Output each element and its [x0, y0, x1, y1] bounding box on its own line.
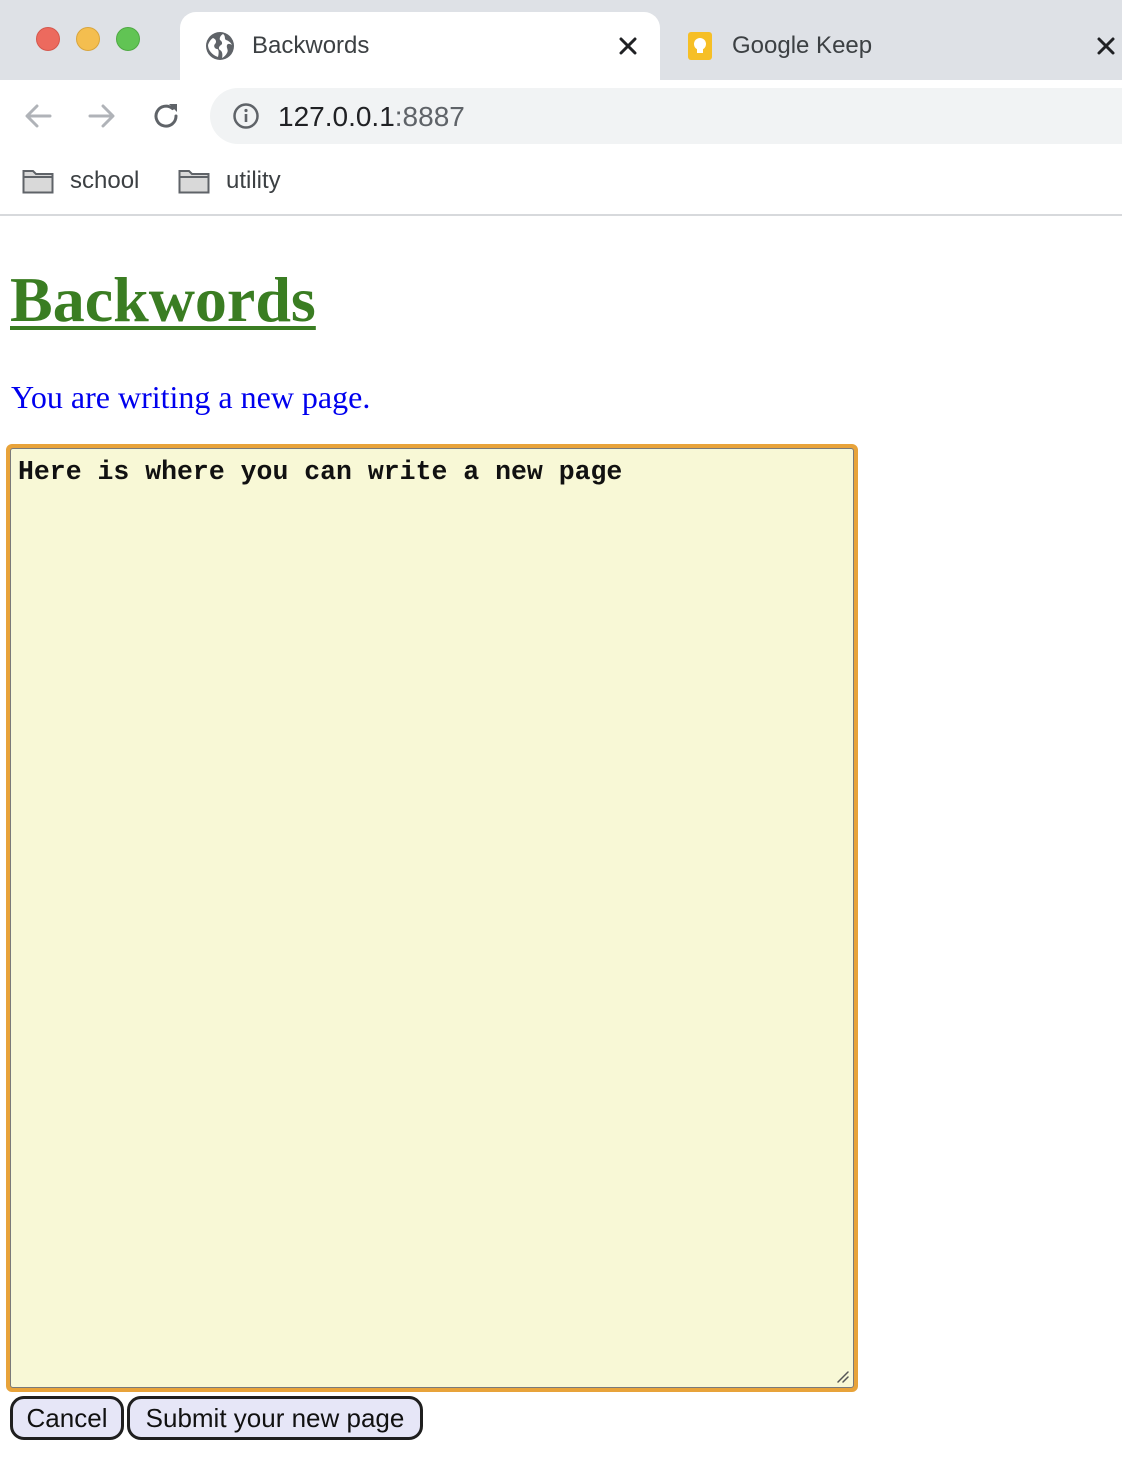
reload-icon[interactable] [148, 98, 184, 134]
tab-google-keep[interactable]: Google Keep [660, 12, 1122, 80]
globe-icon [206, 32, 234, 60]
editor-focus-ring [6, 444, 858, 1392]
tab-title: Backwords [252, 32, 370, 59]
tab-strip: Backwords Google Keep [0, 0, 1122, 80]
bookmarks-bar: school utility [0, 152, 1122, 216]
url-port: :8887 [394, 101, 465, 132]
bookmark-label: school [70, 167, 140, 194]
folder-icon [22, 170, 54, 194]
window-zoom-button[interactable] [116, 27, 140, 51]
browser-chrome: Backwords Google Keep 127.0.0.1:8887 sch… [0, 0, 1122, 218]
bookmark-label: utility [226, 167, 281, 194]
resize-grip-icon[interactable] [833, 1367, 849, 1383]
info-icon[interactable] [232, 102, 260, 130]
window-close-button[interactable] [36, 27, 60, 51]
page-title-link[interactable]: Backwords [10, 262, 316, 338]
google-keep-icon [688, 32, 712, 60]
cancel-button[interactable]: Cancel [10, 1396, 124, 1440]
folder-icon [178, 170, 210, 194]
tab-title: Google Keep [732, 32, 873, 59]
window-minimize-button[interactable] [76, 27, 100, 51]
form-actions: Cancel Submit your new page [10, 1396, 423, 1440]
status-message: You are writing a new page. [11, 379, 371, 415]
bookmark-school[interactable]: school [22, 166, 139, 196]
url-text: 127.0.0.1:8887 [278, 101, 465, 133]
bookmark-utility[interactable]: utility [178, 166, 281, 196]
submit-page-button[interactable]: Submit your new page [127, 1396, 423, 1440]
close-tab-icon[interactable] [614, 32, 642, 60]
forward-arrow-icon[interactable] [84, 98, 120, 134]
tab-backwords[interactable]: Backwords [180, 12, 660, 80]
close-tab-icon[interactable] [1092, 32, 1120, 60]
url-host: 127.0.0.1 [278, 101, 395, 132]
page-editor-textarea[interactable] [10, 448, 854, 1388]
back-arrow-icon[interactable] [20, 98, 56, 134]
address-bar[interactable]: 127.0.0.1:8887 [210, 88, 1122, 144]
browser-toolbar: 127.0.0.1:8887 [0, 80, 1122, 152]
page-content: Backwords You are writing a new page. Ca… [0, 218, 1122, 1458]
